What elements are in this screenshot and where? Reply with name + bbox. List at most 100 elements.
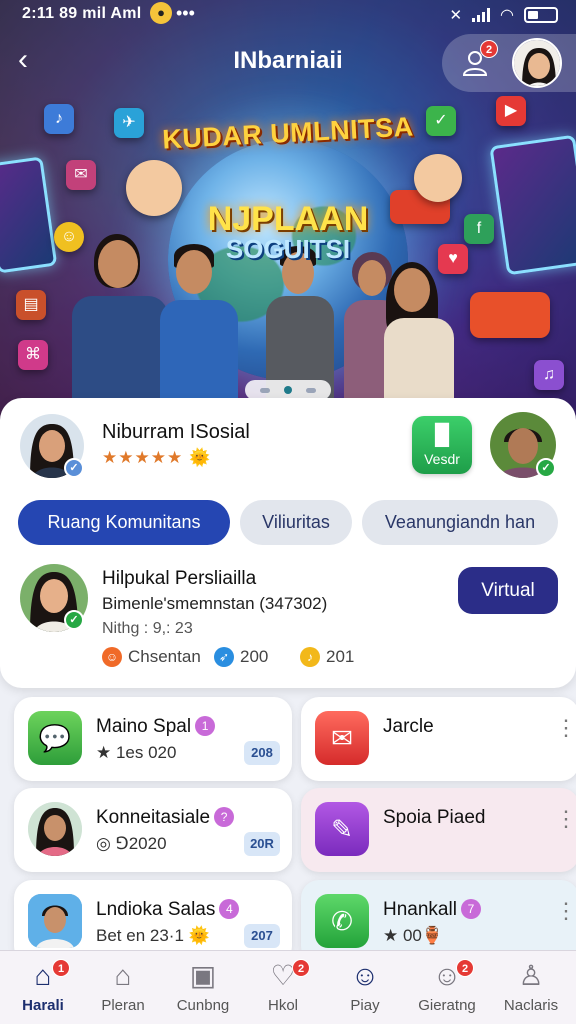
nav-item-naclaris[interactable]: ♙ Naclaris [496,959,566,1024]
chat-bubble-icon: 💬 [28,711,82,765]
card-title-badge: 1 [195,716,216,736]
card-count-badge: 20R [244,832,280,856]
chip-veanungiandn-han[interactable]: Veanungiandn han [362,500,558,545]
reaction-label: Chsentan [128,647,201,666]
post-subtitle: Bimenle'smemnstan (347302) [102,594,328,613]
post-meta: Nithg : 9,: 23 [102,620,193,637]
card-title: Lndioka Salas 4 [96,899,240,921]
nav-label: Cunbng [176,997,230,1014]
toy-box-icon [470,292,550,338]
nav-badge: 2 [456,959,474,977]
nav-badge: 1 [52,959,70,977]
mail-icon: ✉ [315,711,369,765]
avatar [28,894,82,948]
smile-icon: ☺ [350,960,380,991]
more-options-icon[interactable]: ⋮ [555,808,576,830]
nav-item-gieratng[interactable]: ☺ Gieratng 2 [412,959,482,1024]
nav-item-pleran[interactable]: ⌂ Pleran [88,959,158,1024]
notification-badge: 2 [480,40,498,58]
nav-label: Pleran [101,997,145,1014]
nav-label: Gieratng [418,997,476,1014]
wifi-icon: ◠ [500,7,514,24]
card-title-badge: ? [214,807,235,827]
card-subtitle: Bet en 23·1 🌞 [96,926,210,945]
card-subtitle: ★ 1es 020 [96,743,177,762]
card-subtitle: ★ 00🏺 [383,926,444,945]
nav-label: Naclaris [503,997,559,1014]
reaction-count: 201 [326,647,355,666]
user-avatar[interactable] [512,38,562,88]
status-more-icon: ••• [176,3,195,23]
status-bar: 2:11 89 mil Aml ● ••• ✕ ◠ [0,0,576,30]
person-illustration [380,262,456,408]
carousel-dot-active[interactable] [284,386,292,394]
reaction-count: 200 [240,647,269,666]
banner-subtitle: SOGUITSI [225,234,351,264]
bell-icon: ♪ [300,647,320,667]
carousel-indicator[interactable] [245,380,331,400]
compass-icon: ➶ [214,647,234,667]
avatar [28,802,82,856]
reaction-bell[interactable]: ♪ 201 [300,647,354,667]
signal-icon [472,8,491,22]
reaction-compass[interactable]: ➶ 200 [214,647,268,667]
nav-item-cunbng[interactable]: ▣ Cunbng [168,959,238,1024]
nav-label: Hkol [267,997,298,1014]
music-tile-icon: ♫ [534,360,564,390]
card-title: Hnankall 7 [383,899,481,921]
verified-badge-icon: ✓ [64,458,84,478]
avatar-face [28,802,82,856]
nav-item-piay[interactable]: ☺ Piay [330,959,400,1024]
star-rating: ★★★★★ [102,448,184,467]
card-title-badge: 7 [460,899,481,919]
nav-item-hkol[interactable]: ♡ Hkol 2 [248,959,318,1024]
app-card-jarcle[interactable]: ✉ Jarcle ⋮ [301,697,576,781]
card-title: Spoia Piaed [383,807,486,828]
nav-item-harali[interactable]: ⌂ Harali 1 [8,959,78,1024]
card-count-badge: 208 [244,741,280,765]
more-options-icon[interactable]: ⋮ [555,717,576,739]
battery-icon [524,7,558,23]
carousel-dot[interactable] [260,387,270,393]
house-icon: ⌂ [114,960,132,991]
notification-app-icon: ● [150,2,172,24]
nav-badge: 2 [292,959,310,977]
card-title: Jarcle [383,716,434,737]
nav-label: Harali [22,997,64,1014]
tag-icon: ⌘ [18,340,48,370]
community-name: Niburram ISosial [102,421,250,443]
user-icon: ♙ [518,960,544,991]
bear-character-right-icon [414,154,462,202]
verified-badge-icon: ✓ [536,458,556,478]
friend-requests-button[interactable]: 2 [460,40,498,78]
verified-badge-icon: ✓ [64,610,84,630]
emoji-icon: ☺ [102,647,122,667]
person-illustration [160,244,240,410]
card-title: Maino Spal 1 [96,716,216,738]
whatsapp-icon: ✆ [315,894,369,948]
virtual-button[interactable]: Virtual [458,567,558,614]
chip-viliuritas[interactable]: Viliuritas [240,500,352,545]
post-author-name: Hilpukal Persliailla [102,568,257,589]
rating-stars: ★★★★★ 🌞 [102,448,211,468]
more-options-icon[interactable]: ⋮ [555,900,576,922]
reaction-chsentan[interactable]: ☺ Chsentan [102,647,201,667]
app-card-maino-spal[interactable]: 💬 Maino Spal 1 ★ 1es 020 208 [14,697,292,781]
app-card-konneitasiale[interactable]: Konneitasiale? ◎ ⅁2020 20R [14,788,292,872]
silent-icon: ✕ [449,7,463,24]
app-card-spoia-piaed[interactable]: ✎ Spoia Piaed ⋮ [301,788,576,872]
bottom-navigation: ⌂ Harali 1 ⌂ Pleran ▣ Cunbng ♡ Hkol 2 ☺ … [0,950,576,1024]
carousel-dot[interactable] [306,387,316,393]
card-title-badge: 4 [219,899,240,919]
card-title: Konneitasiale? [96,807,235,829]
phone-book-icon: ▐▌ [427,424,457,446]
vesdr-button[interactable]: ▐▌ Vesdr [412,416,472,474]
chip-ruang-komunitans[interactable]: Ruang Komunitans [18,500,230,545]
card-count-badge: 207 [244,924,280,948]
vesdr-label: Vesdr [424,451,460,467]
nav-label: Piay [350,997,380,1014]
chat-icon: ✉ [66,160,96,190]
bag-icon: ▤ [16,290,46,320]
status-time: 2:11 89 mil Aml [22,5,142,22]
sun-badge-icon: 🌞 [188,448,212,467]
